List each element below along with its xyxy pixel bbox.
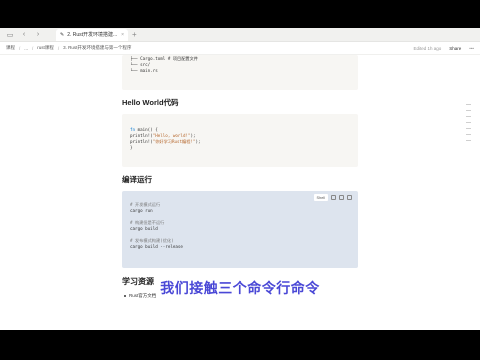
code-block-hello[interactable]: fn main() { println!("Hello, world!"); p… bbox=[122, 114, 358, 167]
heading-hello-world: Hello World代码 bbox=[122, 98, 179, 107]
new-tab-icon[interactable]: + bbox=[132, 30, 137, 40]
tab-title: 2. Rust开发环境搭建... bbox=[67, 32, 118, 38]
edited-time: Edited 1h ago bbox=[413, 45, 442, 51]
back-icon[interactable]: ‹ bbox=[18, 30, 30, 40]
page-content: ├── Cargo.toml # 项目配置文件 └── src/ └── mai… bbox=[122, 55, 358, 299]
tab-current[interactable]: ✎ 2. Rust开发环境搭建... × bbox=[56, 28, 128, 41]
share-button[interactable]: Share bbox=[449, 46, 461, 51]
breadcrumb-item-current[interactable]: 3. Rust开发环境搭建与第一个程序 bbox=[63, 45, 131, 51]
breadcrumb: 课程 / ... / rust课程 / 3. Rust开发环境搭建与第一个程序 … bbox=[0, 42, 480, 55]
wrap-icon[interactable] bbox=[331, 195, 336, 200]
page-icon: ✎ bbox=[60, 31, 65, 38]
outline-markers[interactable] bbox=[466, 104, 471, 141]
code-command: cargo build --release bbox=[130, 244, 183, 249]
close-tab-icon[interactable]: × bbox=[121, 32, 124, 38]
breadcrumb-item[interactable]: rust课程 bbox=[37, 45, 54, 51]
code-toolbar: Shell bbox=[313, 194, 352, 201]
copy-icon[interactable] bbox=[339, 195, 344, 200]
code-block-tree[interactable]: ├── Cargo.toml # 项目配置文件 └── src/ └── mai… bbox=[122, 55, 358, 90]
code-block-compile[interactable]: Shell # 开发模式运行 cargo run # 构建但是不运行 cargo… bbox=[122, 191, 358, 268]
sidebar-toggle-icon[interactable]: ▭ bbox=[4, 30, 16, 40]
title-bar: ▭ ‹ › ✎ 2. Rust开发环境搭建... × + bbox=[0, 28, 480, 42]
breadcrumb-item[interactable]: ... bbox=[24, 46, 28, 51]
forward-icon[interactable]: › bbox=[32, 30, 44, 40]
breadcrumb-separator: / bbox=[57, 45, 60, 51]
code-line: } bbox=[130, 145, 133, 150]
more-options-icon[interactable] bbox=[347, 195, 352, 200]
breadcrumb-item[interactable]: 课程 bbox=[6, 45, 15, 51]
more-icon[interactable]: ••• bbox=[469, 46, 474, 51]
heading-compile-run: 编译运行 bbox=[122, 175, 152, 184]
breadcrumb-separator: / bbox=[19, 45, 21, 51]
language-selector[interactable]: Shell bbox=[313, 194, 328, 201]
code-line: └── main.rs bbox=[130, 68, 158, 73]
video-subtitle: 我们接触三个命令行命令 bbox=[160, 280, 320, 296]
breadcrumb-separator: / bbox=[32, 45, 34, 51]
